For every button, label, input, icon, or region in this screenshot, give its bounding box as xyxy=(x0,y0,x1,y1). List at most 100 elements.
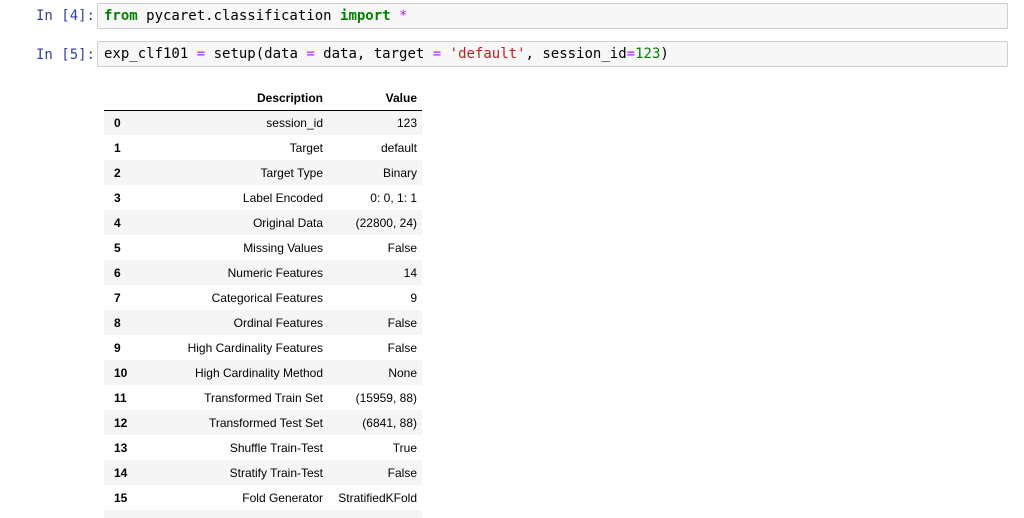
row-index: 15 xyxy=(114,490,128,505)
code-segment: , session_id xyxy=(525,46,627,62)
row-value: StratifiedKFold xyxy=(338,490,417,505)
row-value: 9 xyxy=(410,290,417,305)
code-cell-5: In [5]: exp_clf101 = setup(data = data, … xyxy=(0,40,1024,68)
row-value: (15959, 88) xyxy=(355,390,417,405)
row-description: Label Encoded xyxy=(242,190,323,205)
row-description: Ordinal Features xyxy=(233,315,323,330)
row-value: False xyxy=(387,315,417,330)
row-description: Numeric Features xyxy=(227,265,323,280)
table-row xyxy=(104,510,422,518)
row-index: 4 xyxy=(114,215,121,230)
row-description: High Cardinality Features xyxy=(187,340,323,355)
notebook: In [4]: from pycaret.classification impo… xyxy=(0,0,1024,518)
table-row: 5 Missing Values False xyxy=(104,235,422,260)
table-row: 12 Transformed Test Set (6841, 88) xyxy=(104,410,422,435)
row-description: Shuffle Train-Test xyxy=(229,440,323,455)
table-row: 7 Categorical Features 9 xyxy=(104,285,422,310)
row-value: False xyxy=(387,340,417,355)
row-index: 0 xyxy=(114,115,121,130)
table-row: 15 Fold Generator StratifiedKFold xyxy=(104,485,422,510)
row-value: (22800, 24) xyxy=(355,215,417,230)
table-row: 3 Label Encoded 0: 0, 1: 1 xyxy=(104,185,422,210)
setup-summary-table: Description Value 0 session_id 123 1 Target… xyxy=(104,86,422,518)
row-index: 6 xyxy=(114,265,121,280)
row-description: Stratify Train-Test xyxy=(229,465,323,480)
code-segment: data, target xyxy=(314,46,433,62)
row-value: 123 xyxy=(396,115,417,130)
row-index: 5 xyxy=(114,240,121,255)
table-row: 1 Target default xyxy=(104,135,422,160)
code-cell-4: In [4]: from pycaret.classification impo… xyxy=(0,2,1024,30)
row-index: 1 xyxy=(114,140,121,155)
row-value: False xyxy=(387,240,417,255)
row-description: Original Data xyxy=(252,215,323,230)
row-index: 9 xyxy=(114,340,121,355)
row-value: Binary xyxy=(382,165,417,180)
cell-output: Description Value 0 session_id 123 1 Target… xyxy=(104,86,422,518)
row-index: 8 xyxy=(114,315,121,330)
table-row: 10 High Cardinality Method None xyxy=(104,360,422,385)
row-description: Missing Values xyxy=(243,240,323,255)
row-value: 0: 0, 1: 1 xyxy=(370,190,417,205)
code-text[interactable]: from pycaret.classification import * xyxy=(104,7,407,25)
table-row: 13 Shuffle Train-Test True xyxy=(104,435,422,460)
row-index: 13 xyxy=(114,440,128,455)
table-row: 4 Original Data (22800, 24) xyxy=(104,210,422,235)
code-segment: ) xyxy=(660,46,669,62)
table-row: 0 session_id 123 xyxy=(104,110,422,135)
row-value: False xyxy=(387,465,417,480)
cell-prompt: In [4]: xyxy=(35,8,95,24)
row-index: 11 xyxy=(114,390,127,405)
table-row: 2 Target Type Binary xyxy=(104,160,422,185)
row-index: 12 xyxy=(114,415,128,430)
string-literal: 'default' xyxy=(449,46,526,62)
table-row: 11 Transformed Train Set (15959, 88) xyxy=(104,385,422,410)
row-index: 14 xyxy=(114,465,128,480)
row-description: Fold Generator xyxy=(242,490,323,505)
assign-operator: = xyxy=(196,46,206,62)
row-description: Categorical Features xyxy=(211,290,323,305)
assign-operator: = xyxy=(626,46,636,62)
assign-operator: = xyxy=(432,46,442,62)
value-header: Value xyxy=(328,86,422,111)
module-name: pycaret.classification xyxy=(137,8,341,24)
row-index: 7 xyxy=(114,290,121,305)
code-segment: exp_clf101 xyxy=(104,46,197,62)
row-value: None xyxy=(388,365,417,380)
index-header xyxy=(104,86,144,111)
table-row: 8 Ordinal Features False xyxy=(104,310,422,335)
row-index: 2 xyxy=(114,165,121,180)
row-value: True xyxy=(392,440,417,455)
row-description xyxy=(144,510,328,518)
row-index: 3 xyxy=(114,190,121,205)
row-value: (6841, 88) xyxy=(362,415,417,430)
row-description: Target Type xyxy=(260,165,323,180)
code-segment: setup(data xyxy=(205,46,307,62)
code-input-area[interactable]: from pycaret.classification import * xyxy=(97,3,1008,29)
wildcard-operator: * xyxy=(399,8,408,24)
table-header-row: Description Value xyxy=(104,86,422,111)
keyword-from: from xyxy=(104,8,138,24)
row-value xyxy=(328,510,422,518)
code-text[interactable]: exp_clf101 = setup(data = data, target =… xyxy=(104,45,669,63)
description-header: Description xyxy=(144,86,328,111)
assign-operator: = xyxy=(306,46,315,62)
table-row: 9 High Cardinality Features False xyxy=(104,335,422,360)
keyword-import: import xyxy=(340,8,391,24)
number-literal: 123 xyxy=(635,46,661,62)
code-input-area[interactable]: exp_clf101 = setup(data = data, target =… xyxy=(97,41,1008,67)
row-value: default xyxy=(380,140,417,155)
row-description: High Cardinality Method xyxy=(194,365,323,380)
row-index: 10 xyxy=(114,365,128,380)
cell-prompt: In [5]: xyxy=(35,47,95,63)
row-description: session_id xyxy=(266,115,323,130)
row-description: Transformed Train Set xyxy=(204,390,323,405)
table-row: 14 Stratify Train-Test False xyxy=(104,460,422,485)
row-description: Transformed Test Set xyxy=(208,415,323,430)
table-row: 6 Numeric Features 14 xyxy=(104,260,422,285)
row-description: Target xyxy=(289,140,323,155)
row-value: 14 xyxy=(403,265,417,280)
row-index xyxy=(104,510,144,518)
